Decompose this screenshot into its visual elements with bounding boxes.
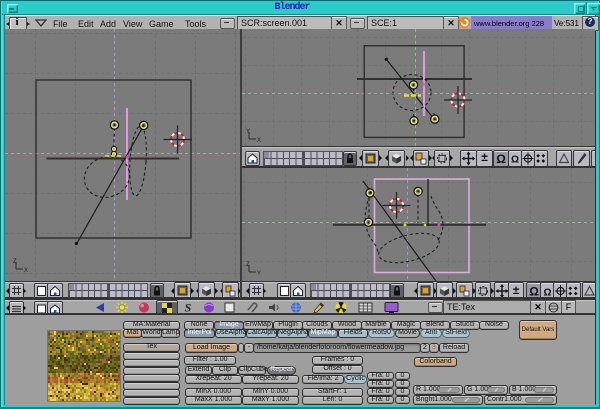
svg-text:Ω: Ω: [511, 155, 519, 166]
svg-text:S: S: [185, 301, 192, 315]
svg-text:Ω: Ω: [543, 288, 551, 299]
svg-text:Y: Y: [246, 129, 250, 135]
svg-text:X: X: [257, 138, 261, 144]
svg-text:Ω: Ω: [529, 285, 539, 299]
svg-text:Z: Z: [246, 262, 250, 268]
svg-text:Ω: Ω: [496, 152, 506, 166]
svg-text:Z: Z: [13, 259, 17, 265]
svg-text:X: X: [24, 268, 28, 274]
svg-text:Y: Y: [257, 271, 261, 277]
